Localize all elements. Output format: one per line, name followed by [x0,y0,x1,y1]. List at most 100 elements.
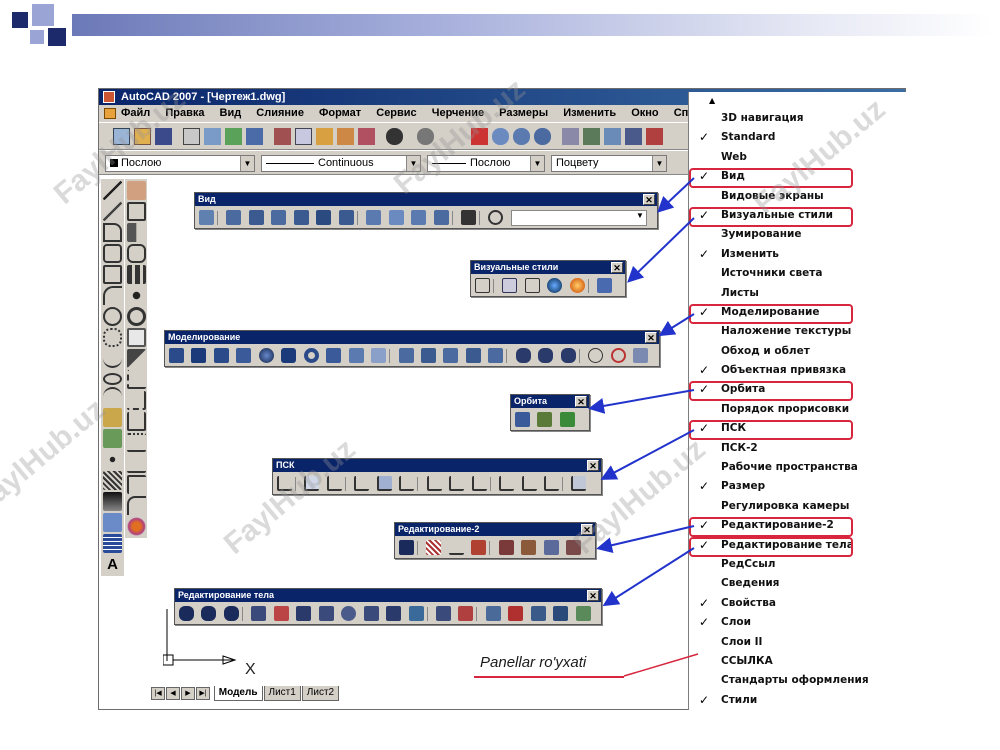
rotate-icon[interactable] [127,307,146,326]
3d-rotate-icon[interactable] [610,348,626,364]
menu-item-toolbar[interactable]: Листы [689,284,906,303]
tab-layout1[interactable]: Лист1 [263,685,301,701]
menu-item-toolbar[interactable]: ✓ Стили [689,691,906,710]
rotate-faces-icon[interactable] [341,606,357,622]
view-manager-icon[interactable] [488,210,504,226]
box-icon[interactable] [191,348,207,364]
menu-item-toolbar[interactable]: Сведения [689,574,906,593]
ucs-previous-icon[interactable] [326,476,342,492]
offset-icon[interactable] [127,244,146,263]
copy-edges-icon[interactable] [435,606,451,622]
scroll-up-arrow-icon[interactable]: ▲ [689,92,906,109]
print-icon[interactable] [183,128,200,145]
conceptual-icon[interactable] [569,278,585,294]
zoom-realtime-icon[interactable] [492,128,509,145]
clean-icon[interactable] [508,606,524,622]
move-icon[interactable] [127,286,146,305]
toolbar-modify-2[interactable]: Редактирование-2 ✕ [394,522,596,559]
view-select-dropdown[interactable]: ▼ [510,209,647,226]
tool-palettes-icon[interactable] [604,128,621,145]
stretch-icon[interactable] [127,349,146,368]
close-icon[interactable]: ✕ [575,396,587,407]
copy-object-icon[interactable] [127,202,146,221]
erase-icon[interactable] [127,181,146,200]
properties-icon[interactable] [562,128,579,145]
next-tab-icon[interactable]: ▶ [181,686,195,700]
block-attribute-manager-icon[interactable] [521,540,537,556]
imprint-icon[interactable] [485,606,501,622]
close-icon[interactable]: ✕ [611,262,623,273]
ucs-object-icon[interactable] [376,476,392,492]
ucs-view-icon[interactable] [399,476,415,492]
offset-faces-icon[interactable] [296,606,312,622]
cut-icon[interactable] [274,128,291,145]
union-icon[interactable] [179,606,194,622]
continuous-orbit-icon[interactable] [559,412,575,428]
toolbar-view[interactable]: Вид ✕ ▼ [194,192,658,229]
chamfer-icon[interactable] [127,475,146,494]
circle-icon[interactable] [103,307,122,326]
chevron-down-icon[interactable]: ▼ [406,156,420,171]
ucs-y-rotate-icon[interactable] [521,476,537,492]
draworder-icon[interactable] [399,540,414,556]
menu-item-toolbar[interactable]: ✓ Standard [689,128,906,147]
bottom-view-icon[interactable] [248,210,264,226]
toolbar-orbit[interactable]: Орбита ✕ [510,394,590,431]
subtract-icon[interactable] [201,606,217,622]
menu-draw[interactable]: Черчение [432,105,484,122]
ucs-icon[interactable] [277,476,292,492]
menu-modify[interactable]: Изменить [563,105,616,122]
make-block-icon[interactable] [103,429,122,448]
move-faces-icon[interactable] [273,606,289,622]
sw-iso-icon[interactable] [366,210,382,226]
point-icon[interactable] [103,450,122,469]
menu-item-toolbar[interactable]: ✓ Орбита [689,380,906,402]
ne-iso-icon[interactable] [411,210,427,226]
menu-item-toolbar[interactable]: Наложение текстуры [689,322,906,341]
last-tab-icon[interactable]: ▶| [196,686,210,700]
prev-tab-icon[interactable]: ◀ [166,686,180,700]
menu-item-toolbar[interactable]: Обход и облет [689,342,906,361]
layer-combo[interactable]: Послою ▼ [105,155,255,172]
table-icon[interactable] [103,534,122,553]
3d-hidden-icon[interactable] [524,278,540,294]
revolve-icon[interactable] [465,348,481,364]
color-edges-icon[interactable] [458,606,474,622]
subtract-icon[interactable] [538,348,554,364]
realistic-icon[interactable] [547,278,563,294]
pyramid-icon[interactable] [326,348,342,364]
extrude-faces-icon[interactable] [251,606,267,622]
3d-wireframe-icon[interactable] [502,278,518,294]
hatch-icon[interactable] [103,471,122,490]
toolbar-ucs[interactable]: ПСК ✕ [272,458,602,495]
menu-item-toolbar[interactable]: ✓ Размер [689,477,906,496]
arc-icon[interactable] [103,286,122,305]
ucs-x-rotate-icon[interactable] [499,476,515,492]
menu-item-toolbar[interactable]: ✓ Слои [689,613,906,632]
ucs-face-icon[interactable] [354,476,370,492]
menu-item-toolbar[interactable]: РедСсыл [689,555,906,574]
first-tab-icon[interactable]: |◀ [151,686,165,700]
menu-item-toolbar[interactable]: ССЫЛКА [689,652,906,671]
taper-faces-icon[interactable] [363,606,379,622]
edit-attribute-icon[interactable] [498,540,514,556]
free-orbit-icon[interactable] [537,412,553,428]
menu-window[interactable]: Окно [631,105,658,122]
menu-item-toolbar[interactable]: Стандарты оформления [689,671,906,690]
se-iso-icon[interactable] [388,210,404,226]
3d-dwf-icon[interactable] [246,128,263,145]
linetype-combo[interactable]: Continuous ▼ [261,155,421,172]
camera-icon[interactable] [460,210,476,226]
menu-item-toolbar[interactable]: ПСК-2 [689,439,906,458]
close-icon[interactable]: ✕ [587,590,599,601]
right-view-icon[interactable] [293,210,309,226]
sweep-icon[interactable] [443,348,459,364]
color-combo[interactable]: Поцвету ▼ [551,155,667,172]
menu-item-toolbar[interactable]: 3D навигация [689,109,906,128]
extrude-icon[interactable] [398,348,414,364]
toolbar-solid-editing[interactable]: Редактирование тела ✕ [174,588,602,625]
menu-item-toolbar[interactable]: Порядок прорисовки [689,400,906,419]
menu-item-toolbar[interactable]: Зумирование [689,225,906,244]
toolbar-visual-styles[interactable]: Визуальные стили ✕ [470,260,626,297]
front-view-icon[interactable] [316,210,332,226]
